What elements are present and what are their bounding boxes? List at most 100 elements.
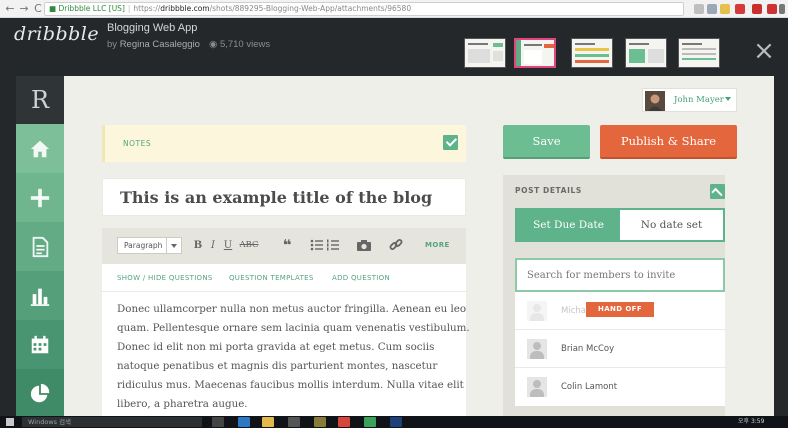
app-icon[interactable] bbox=[364, 417, 376, 427]
question-links-bar: SHOW / HIDE QUESTIONS QUESTION TEMPLATES… bbox=[102, 264, 466, 292]
dribbble-logo[interactable]: dribbble bbox=[14, 23, 99, 45]
show-hide-questions-link[interactable]: SHOW / HIDE QUESTIONS bbox=[117, 274, 213, 282]
post-body-editor[interactable]: Donec ullamcorper nulla non metus auctor… bbox=[102, 292, 470, 416]
format-select[interactable]: Paragraph bbox=[117, 237, 182, 254]
browser-toolbar: ← → C ■ Dribbble LLC [US] | https://dribbb… bbox=[0, 0, 788, 18]
store-icon[interactable] bbox=[288, 417, 300, 427]
edge-icon[interactable] bbox=[238, 417, 250, 427]
due-date-value[interactable]: No date set bbox=[620, 210, 723, 240]
back-button[interactable]: ← bbox=[3, 2, 17, 16]
add-question-link[interactable]: ADD QUESTION bbox=[332, 274, 390, 282]
chevron-up-icon[interactable] bbox=[710, 184, 725, 199]
home-icon bbox=[30, 140, 50, 157]
author-link[interactable]: Regina Casaleggio bbox=[120, 39, 200, 50]
attachment-thumbnail[interactable] bbox=[678, 38, 720, 68]
bookmark-star-icon[interactable] bbox=[720, 4, 730, 14]
attachment-thumbnail[interactable] bbox=[625, 38, 667, 68]
sidebar-item-posts[interactable] bbox=[16, 222, 64, 271]
views-count: ◉ 5,710 views bbox=[209, 39, 270, 50]
notes-panel: NOTES bbox=[102, 125, 466, 162]
by-prefix: by bbox=[107, 39, 118, 50]
sidebar-item-calendar[interactable] bbox=[16, 320, 64, 369]
avatar bbox=[527, 377, 547, 397]
avatar bbox=[645, 91, 665, 111]
save-button[interactable]: Save bbox=[503, 125, 590, 159]
document-icon bbox=[32, 236, 49, 257]
zoom-icon[interactable] bbox=[694, 4, 704, 14]
body-line: quam. Pellentesque ornare sem lacinia qu… bbox=[117, 322, 470, 334]
set-due-date-button[interactable]: Set Due Date bbox=[517, 210, 620, 240]
dribbble-header: dribbble Blogging Web App by Regina Casa… bbox=[0, 18, 788, 68]
italic-button[interactable]: I bbox=[208, 237, 218, 254]
member-search-field[interactable] bbox=[515, 258, 725, 292]
list-item[interactable]: Michael HAND OFF bbox=[515, 292, 725, 330]
body-line: ridiculus mus. Maecenas faucibus mollis … bbox=[117, 379, 464, 391]
eye-icon: ◉ bbox=[209, 39, 218, 50]
post-details-title: POST DETAILS bbox=[515, 186, 582, 195]
windows-taskbar: Windows 검색 오후 3:59 bbox=[0, 416, 788, 428]
extension-icon[interactable] bbox=[767, 4, 777, 14]
lock-icon: ■ bbox=[49, 4, 57, 13]
chevron-down-icon bbox=[166, 238, 181, 253]
chrome-icon[interactable] bbox=[338, 417, 350, 427]
list-item[interactable]: Colin Lamont bbox=[515, 368, 725, 406]
camera-icon[interactable] bbox=[356, 237, 372, 254]
attachment-thumbnail[interactable] bbox=[571, 38, 613, 68]
numbered-list-icon[interactable] bbox=[326, 237, 340, 254]
due-date-control: Set Due Date No date set bbox=[515, 208, 725, 242]
shot-byline: by Regina Casaleggio bbox=[107, 39, 200, 50]
quote-icon[interactable]: ❝ bbox=[280, 237, 294, 254]
chevron-down-icon bbox=[725, 97, 731, 101]
forward-button[interactable]: → bbox=[17, 2, 31, 16]
sidebar-item-add[interactable] bbox=[16, 173, 64, 222]
strikethrough-button[interactable]: ABC bbox=[237, 237, 261, 254]
app-logo[interactable]: R bbox=[16, 76, 64, 124]
taskbar-clock: 오후 3:59 bbox=[738, 418, 765, 425]
pie-chart-icon bbox=[30, 383, 50, 402]
list-item[interactable]: Brian McCoy bbox=[515, 330, 725, 368]
sidebar-item-reports[interactable] bbox=[16, 369, 64, 416]
more-button[interactable]: MORE bbox=[425, 237, 450, 254]
bullet-list-icon[interactable] bbox=[310, 237, 324, 254]
extension-icon[interactable] bbox=[752, 4, 762, 14]
bold-button[interactable]: B bbox=[193, 237, 203, 254]
taskbar-search[interactable]: Windows 검색 bbox=[22, 417, 202, 427]
attachment-thumbnail[interactable] bbox=[464, 38, 506, 68]
address-bar[interactable]: ■ Dribbble LLC [US] | https://dribbble.com… bbox=[44, 2, 684, 16]
question-templates-link[interactable]: QUESTION TEMPLATES bbox=[229, 274, 314, 282]
plus-icon bbox=[30, 188, 50, 207]
hand-off-button[interactable]: HAND OFF bbox=[586, 302, 654, 317]
app-icon[interactable] bbox=[314, 417, 326, 427]
reload-button[interactable]: C bbox=[31, 2, 45, 16]
chevron-down-icon[interactable] bbox=[443, 135, 458, 150]
close-icon[interactable]: × bbox=[752, 38, 776, 64]
avatar bbox=[527, 301, 547, 321]
menu-icon[interactable] bbox=[779, 4, 785, 14]
underline-button[interactable]: U bbox=[223, 237, 233, 254]
translate-icon[interactable] bbox=[707, 4, 717, 14]
editor-area: John Mayer NOTES This is an example titl… bbox=[64, 76, 774, 416]
editor-toolbar: Paragraph B I U ABC ❝ MORE bbox=[102, 228, 466, 264]
shot-title: Blogging Web App bbox=[107, 22, 198, 34]
photoshop-icon[interactable] bbox=[390, 417, 402, 427]
windows-start-icon[interactable] bbox=[6, 418, 14, 426]
bar-chart-icon bbox=[30, 288, 50, 306]
user-menu[interactable]: John Mayer bbox=[642, 88, 737, 112]
format-select-value: Paragraph bbox=[124, 241, 163, 250]
app-sidebar: R bbox=[16, 76, 64, 416]
link-icon[interactable] bbox=[389, 237, 403, 254]
url-path: /shots/889295-Blogging-Web-App/attachmen… bbox=[209, 4, 412, 13]
task-view-icon[interactable] bbox=[212, 417, 224, 427]
member-name: Colin Lamont bbox=[561, 382, 618, 392]
extension-icon[interactable] bbox=[735, 4, 745, 14]
member-search-input[interactable] bbox=[517, 260, 723, 290]
post-title-input[interactable]: This is an example title of the blog bbox=[102, 178, 466, 216]
publish-share-button[interactable]: Publish & Share bbox=[600, 125, 737, 159]
sidebar-item-stats[interactable] bbox=[16, 271, 64, 320]
views-label: 5,710 views bbox=[219, 39, 271, 50]
notes-label: NOTES bbox=[123, 139, 152, 148]
sidebar-item-home[interactable] bbox=[16, 124, 64, 173]
member-list: Michael HAND OFF Brian McCoy Colin Lamon… bbox=[515, 292, 725, 406]
attachment-thumbnail-active[interactable] bbox=[514, 38, 556, 68]
folder-icon[interactable] bbox=[262, 417, 274, 427]
